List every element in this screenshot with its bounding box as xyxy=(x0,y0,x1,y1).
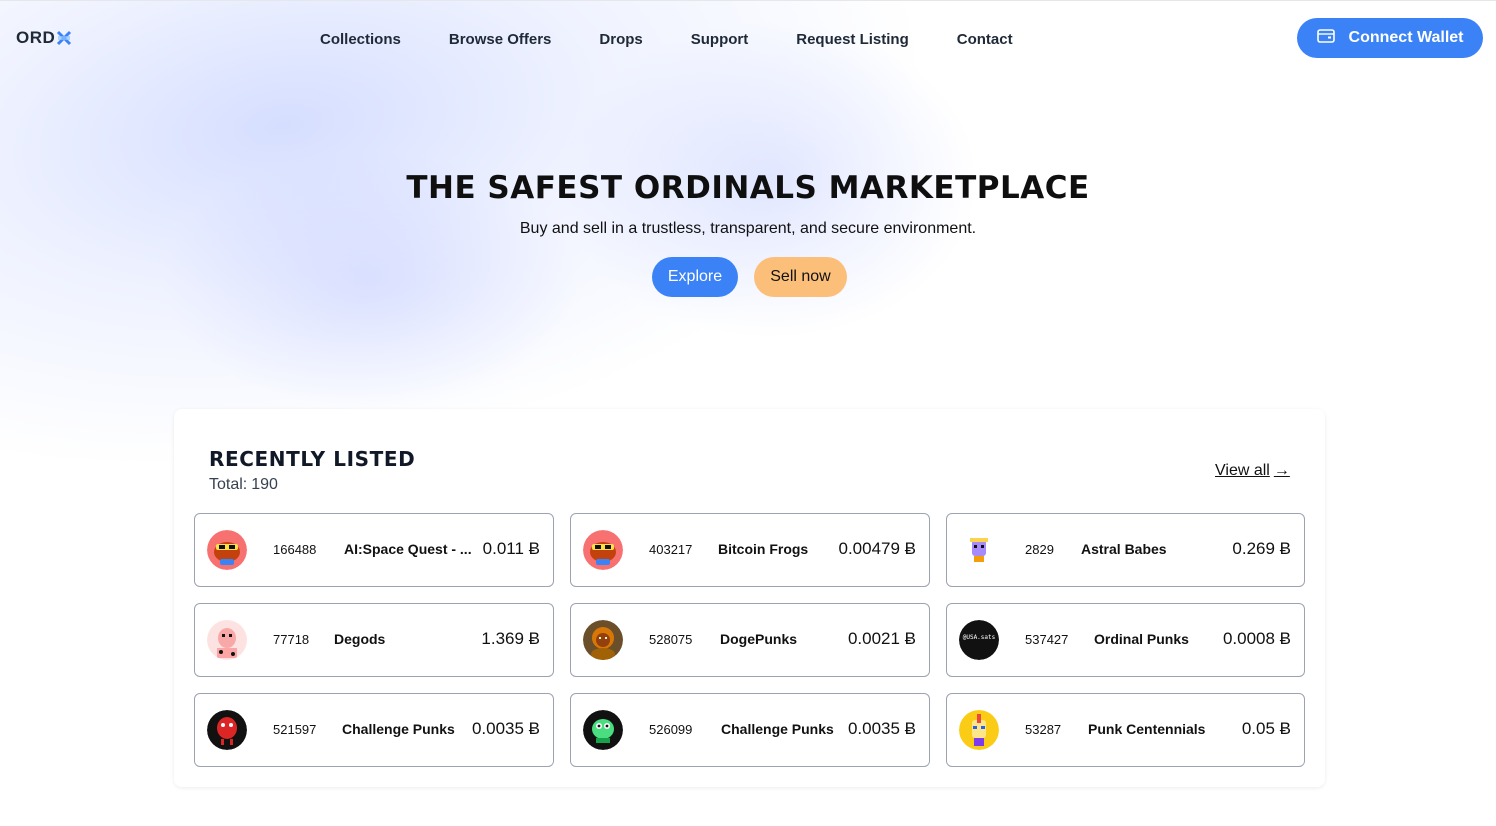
main-nav: Collections Browse Offers Drops Support … xyxy=(320,27,1013,51)
collection-name: AI:Space Quest - ... xyxy=(344,541,472,557)
collection-avatar: @USA.sats xyxy=(959,620,999,660)
collection-avatar xyxy=(583,710,623,750)
listing-card[interactable]: 526099 Challenge Punks 0.0035 Ƀ xyxy=(570,693,930,767)
listing-price: 0.0035 Ƀ xyxy=(471,719,540,738)
listing-card[interactable]: 2829 Astral Babes 0.269 Ƀ xyxy=(946,513,1305,587)
collection-avatar xyxy=(207,710,247,750)
inscription-number: 526099 xyxy=(649,722,693,737)
collection-name: Bitcoin Frogs xyxy=(718,541,809,557)
view-all-link[interactable]: View all → xyxy=(1215,462,1290,480)
listing-price: 0.0035 Ƀ xyxy=(847,719,916,738)
nav-request-listing[interactable]: Request Listing xyxy=(796,31,909,48)
collection-name: Challenge Punks xyxy=(721,721,834,737)
listing-grid: 166488 AI:Space Quest - ... 0.011 Ƀ 4032… xyxy=(194,513,1305,767)
listing-price: 0.00479 Ƀ xyxy=(838,539,916,558)
connect-wallet-label: Connect Wallet xyxy=(1348,29,1464,46)
collection-name: Degods xyxy=(334,631,386,647)
nav-drops[interactable]: Drops xyxy=(599,31,642,48)
logo[interactable]: ORD xyxy=(16,28,72,48)
recently-listed-title: RECENTLY LISTED xyxy=(209,447,416,471)
nav-contact[interactable]: Contact xyxy=(957,31,1013,48)
listing-price: 0.05 Ƀ xyxy=(1241,719,1291,738)
collection-avatar xyxy=(959,710,999,750)
collection-avatar xyxy=(207,530,247,570)
nav-browse-offers[interactable]: Browse Offers xyxy=(449,31,552,48)
collection-name: Punk Centennials xyxy=(1088,721,1206,737)
inscription-number: 166488 xyxy=(273,542,317,557)
nav-support[interactable]: Support xyxy=(691,31,749,48)
total-count: Total: 190 xyxy=(209,476,278,494)
inscription-number: 521597 xyxy=(273,722,317,737)
view-all-label: View all xyxy=(1215,462,1270,479)
logo-x-icon xyxy=(56,30,72,46)
collection-avatar xyxy=(959,530,999,570)
logo-text: ORD xyxy=(16,28,56,47)
listing-card[interactable]: 403217 Bitcoin Frogs 0.00479 Ƀ xyxy=(570,513,930,587)
listing-price: 0.0021 Ƀ xyxy=(847,629,916,648)
listing-card[interactable]: 166488 AI:Space Quest - ... 0.011 Ƀ xyxy=(194,513,554,587)
listing-card[interactable]: @USA.sats 537427 Ordinal Punks 0.0008 Ƀ xyxy=(946,603,1305,677)
listing-price: 0.269 Ƀ xyxy=(1232,539,1291,558)
collection-name: Challenge Punks xyxy=(342,721,455,737)
avatar-label: @USA.sats xyxy=(962,634,996,641)
collection-avatar xyxy=(207,620,247,660)
inscription-number: 77718 xyxy=(273,632,310,647)
listing-price: 0.0008 Ƀ xyxy=(1222,629,1291,648)
listing-card[interactable]: 77718 Degods 1.369 Ƀ xyxy=(194,603,554,677)
arrow-right-icon: → xyxy=(1273,462,1290,479)
collection-name: DogePunks xyxy=(720,631,798,647)
recently-listed-panel: RECENTLY LISTED Total: 190 View all → 16… xyxy=(174,409,1325,787)
listing-price: 1.369 Ƀ xyxy=(481,629,540,648)
connect-wallet-button[interactable]: Connect Wallet xyxy=(1297,18,1483,58)
inscription-number: 537427 xyxy=(1025,632,1069,647)
inscription-number: 53287 xyxy=(1025,722,1062,737)
total-value: 190 xyxy=(251,476,278,493)
explore-button[interactable]: Explore xyxy=(652,257,738,297)
collection-avatar xyxy=(583,530,623,570)
total-label: Total: xyxy=(209,476,248,493)
listing-card[interactable]: 53287 Punk Centennials 0.05 Ƀ xyxy=(946,693,1305,767)
listing-card[interactable]: 521597 Challenge Punks 0.0035 Ƀ xyxy=(194,693,554,767)
wallet-icon xyxy=(1316,28,1335,49)
hero-subtitle: Buy and sell in a trustless, transparent… xyxy=(519,220,977,237)
inscription-number: 403217 xyxy=(649,542,693,557)
listing-price: 0.011 Ƀ xyxy=(482,539,540,558)
sell-now-button[interactable]: Sell now xyxy=(754,257,847,297)
collection-name: Astral Babes xyxy=(1081,541,1167,557)
collection-avatar xyxy=(583,620,623,660)
inscription-number: 2829 xyxy=(1025,542,1054,557)
listing-card[interactable]: 528075 DogePunks 0.0021 Ƀ xyxy=(570,603,930,677)
nav-collections[interactable]: Collections xyxy=(320,31,401,48)
inscription-number: 528075 xyxy=(649,632,693,647)
collection-name: Ordinal Punks xyxy=(1094,631,1189,647)
top-header: ORD Collections Browse Offers Drops Supp… xyxy=(0,0,1496,76)
hero-title: THE SAFEST ORDINALS MARKETPLACE xyxy=(406,170,1090,206)
